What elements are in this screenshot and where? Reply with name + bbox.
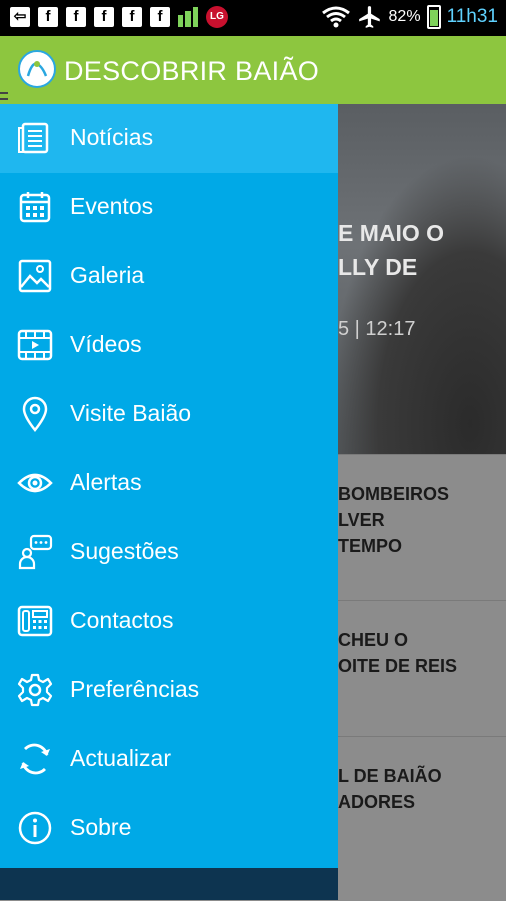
hero-title: E MAIO O LLY DE — [338, 220, 445, 280]
menu-item-actualizar[interactable]: Actualizar — [0, 725, 338, 794]
newspaper-icon — [17, 120, 53, 156]
facebook-icon: f — [94, 7, 114, 27]
menu-item-contactos[interactable]: Contactos — [0, 587, 338, 656]
drawer-footer — [0, 868, 338, 900]
menu-item-preferencias[interactable]: Preferências — [0, 656, 338, 725]
app-bar: DESCOBRIR BAIÃO — [0, 36, 506, 106]
eye-icon — [17, 465, 53, 501]
refresh-icon — [17, 741, 53, 777]
back-arrow-icon: ⇦ — [10, 7, 30, 27]
location-pin-icon — [17, 396, 53, 433]
phone-icon — [17, 603, 53, 639]
lg-icon: LG — [206, 6, 228, 28]
clock: 11h31 — [446, 6, 498, 27]
app-title: DESCOBRIR BAIÃO — [64, 56, 320, 86]
calendar-icon — [17, 189, 53, 225]
facebook-icon: f — [38, 7, 58, 27]
hero-date: 5 | 12:17 — [338, 318, 416, 340]
app-logo[interactable] — [18, 50, 56, 88]
menu-item-videos[interactable]: Vídeos — [0, 311, 338, 380]
wifi-icon — [321, 6, 350, 28]
menu-item-sugestoes[interactable]: Sugestões — [0, 518, 338, 587]
image-icon — [17, 258, 53, 294]
facebook-icon: f — [66, 7, 86, 27]
navigation-drawer: Notícias Eventos Galeria Vídeos Visite B… — [0, 104, 338, 900]
status-bar: ⇦ f f f f f LG 82% 11h31 — [0, 0, 506, 36]
battery-icon — [426, 5, 441, 29]
menu-item-eventos[interactable]: Eventos — [0, 173, 338, 242]
logo-icon — [26, 61, 48, 77]
chat-user-icon — [17, 534, 53, 570]
info-icon — [17, 810, 53, 846]
gear-icon — [17, 672, 53, 708]
facebook-icon: f — [122, 7, 142, 27]
menu-item-galeria[interactable]: Galeria — [0, 242, 338, 311]
film-icon — [17, 327, 53, 363]
menu-item-alertas[interactable]: Alertas — [0, 449, 338, 518]
hero-image — [326, 154, 506, 454]
menu-item-visite-baiao[interactable]: Visite Baião — [0, 380, 338, 449]
menu-item-sobre[interactable]: Sobre — [0, 794, 338, 863]
battery-percent: 82% — [388, 8, 421, 25]
bars-icon — [178, 7, 198, 27]
facebook-icon: f — [150, 7, 170, 27]
menu-item-noticias[interactable]: Notícias — [0, 104, 338, 173]
airplane-icon — [358, 6, 380, 28]
